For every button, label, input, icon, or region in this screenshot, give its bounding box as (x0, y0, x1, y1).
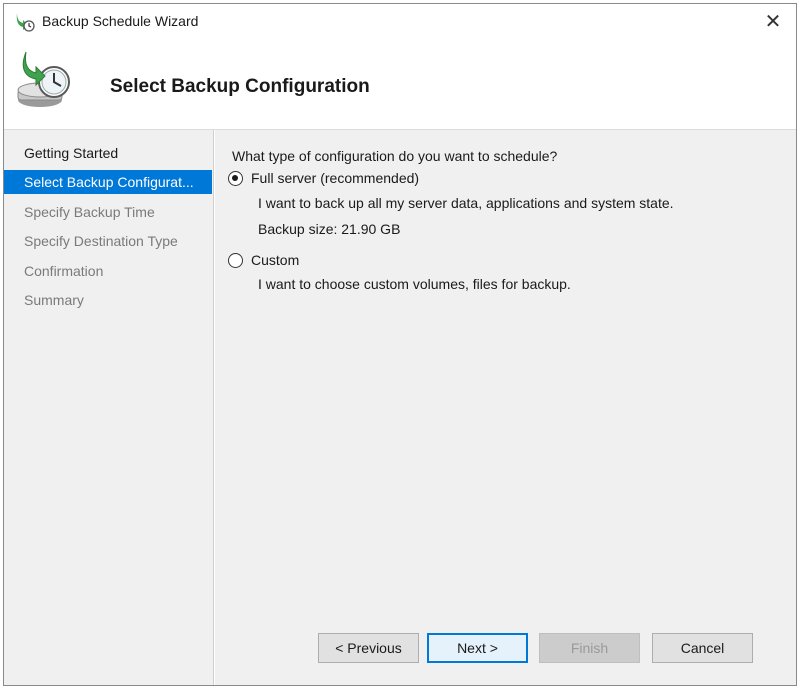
step-select-backup-configuration[interactable]: Select Backup Configurat... (4, 170, 212, 194)
step-summary[interactable]: Summary (4, 288, 212, 312)
close-icon: ✕ (764, 10, 782, 33)
step-confirmation[interactable]: Confirmation (4, 259, 212, 283)
cancel-button[interactable]: Cancel (652, 633, 753, 663)
full-server-label: Full server (recommended) (251, 170, 420, 186)
full-server-option[interactable]: Full server (recommended) (228, 170, 419, 186)
step-getting-started[interactable]: Getting Started (4, 141, 212, 165)
close-button[interactable]: ✕ (756, 6, 790, 36)
custom-radio[interactable] (228, 252, 243, 268)
main-content: What type of configuration do you want t… (215, 130, 796, 613)
window-title: Backup Schedule Wizard (42, 13, 199, 29)
full-server-radio[interactable] (228, 170, 243, 186)
title-bar: Backup Schedule Wizard ✕ (4, 4, 796, 38)
step-specify-destination-type[interactable]: Specify Destination Type (4, 229, 212, 253)
custom-option[interactable]: Custom (228, 252, 299, 268)
configuration-question: What type of configuration do you want t… (232, 148, 558, 164)
full-server-description: I want to back up all my server data, ap… (258, 195, 674, 211)
wizard-header: Select Backup Configuration (4, 38, 796, 130)
wizard-steps-sidebar: Getting Started Select Backup Configurat… (4, 130, 214, 685)
next-button[interactable]: Next > (427, 633, 528, 663)
wizard-footer: < Previous Next > Finish Cancel (215, 613, 796, 685)
backup-app-icon (14, 12, 36, 32)
backup-size-text: Backup size: 21.90 GB (258, 221, 401, 237)
wizard-window: Backup Schedule Wizard ✕ Select Backup C… (3, 3, 797, 686)
page-title: Select Backup Configuration (110, 76, 370, 97)
backup-clock-icon (12, 50, 76, 114)
finish-button: Finish (539, 633, 640, 663)
custom-label: Custom (251, 252, 300, 268)
step-specify-backup-time[interactable]: Specify Backup Time (4, 200, 212, 224)
previous-button[interactable]: < Previous (318, 633, 419, 663)
custom-description: I want to choose custom volumes, files f… (258, 276, 571, 292)
